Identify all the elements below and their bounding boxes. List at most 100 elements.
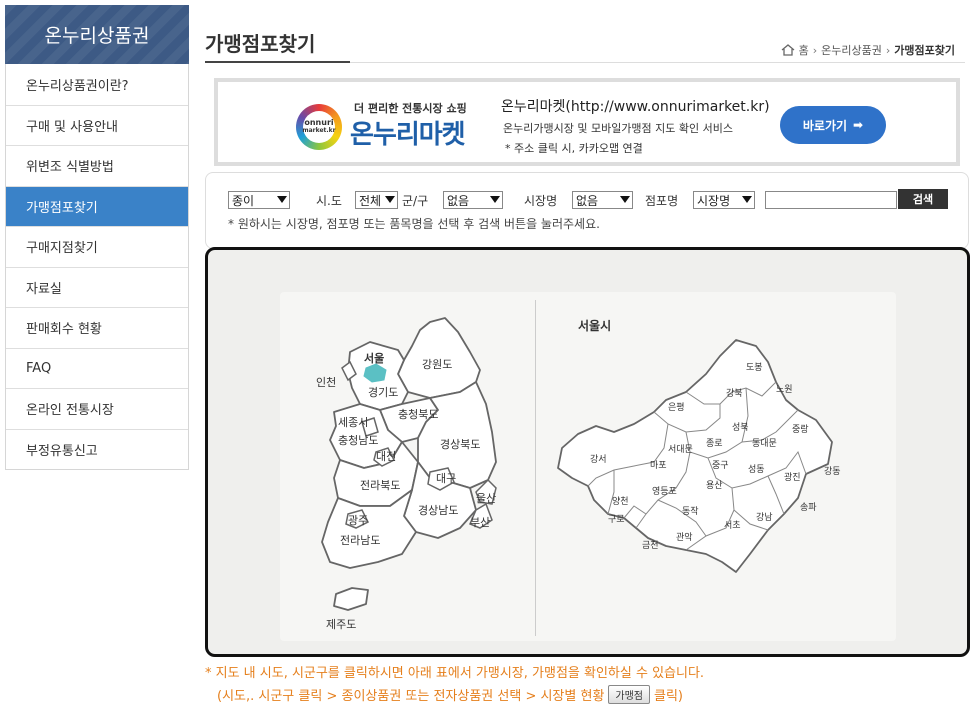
svg-text:강동: 강동 [824,466,841,477]
region-jeju[interactable] [333,587,369,611]
map-footnote: * 지도 내 시도, 시군구를 클릭하시면 아래 표에서 가맹시장, 가맹점을 … [205,666,705,681]
sidebar-item-find-store[interactable]: 가맹점포찾기 [6,185,188,226]
svg-text:대구: 대구 [436,472,456,485]
market-select[interactable]: 없음 [572,191,633,209]
map-panel: 서울 인천 강원도 경기도 충청북도 세종시 충청남도 대전 경상북도 전라북도… [205,247,970,657]
svg-text:송파: 송파 [800,502,817,513]
svg-text:마포: 마포 [650,460,667,471]
svg-text:강서: 강서 [590,454,607,465]
arrow-right-icon: ➡ [853,118,864,132]
svg-text:중랑: 중랑 [792,423,809,435]
sidebar-item-report[interactable]: 부정유통신고 [6,428,188,469]
search-hint: * 원하시는 시장명, 점포명 또는 품목명을 선택 후 검색 버튼을 눌러주세… [228,217,600,231]
banner-note: * 주소 클릭 시, 카카오맵 연결 [505,142,643,155]
svg-text:구로: 구로 [608,514,625,525]
gugun-select[interactable]: 없음 [443,191,503,209]
store-search-type-select[interactable]: 시장명 [693,191,755,209]
korea-map[interactable]: 서울 인천 강원도 경기도 충청북도 세종시 충청남도 대전 경상북도 전라북도… [280,292,536,641]
svg-text:강원도: 강원도 [422,358,452,371]
search-input[interactable] [765,191,897,209]
sidebar-item-archive[interactable]: 자료실 [6,266,188,307]
breadcrumb-home[interactable]: 홈 [799,42,809,58]
market-label: 시장명 [524,194,558,208]
sidebar-item-counterfeit[interactable]: 위변조 식별방법 [6,145,188,186]
onnuri-market-logo[interactable]: onnuri market.kr 더 편리한 전통시장 쇼핑 온누리마켓 [296,92,486,154]
svg-text:노원: 노원 [776,384,793,395]
map-footnote-steps: (시도,. 시군구 클릭 > 종이상품권 또는 전자상품권 선택 > 시장별 현… [217,685,683,704]
chevron-down-icon [490,196,500,203]
svg-text:중구: 중구 [712,460,729,471]
seoul-map[interactable]: 서울시 도봉 강북 노원 은평 성북 중랑 종로 동대문 서대문 강서 마포 중… [536,292,896,641]
page-title: 가맹점포찾기 [205,32,316,56]
store-label: 점포명 [645,194,679,208]
sidebar-item-online-market[interactable]: 온라인 전통시장 [6,388,188,429]
svg-text:전라북도: 전라북도 [360,479,400,492]
svg-text:서초: 서초 [724,520,741,531]
svg-text:전라남도: 전라남도 [340,534,380,547]
sidebar-title: 온누리상품권 [5,5,189,64]
svg-text:양천: 양천 [612,496,629,507]
svg-text:관악: 관악 [676,531,693,543]
banner-title: 온누리마켓(http://www.onnurimarket.kr) [501,99,770,115]
svg-text:은평: 은평 [668,402,685,413]
breadcrumb: 홈 › 온누리상품권 › 가맹점포찾기 [781,42,955,58]
svg-text:경상남도: 경상남도 [418,504,458,517]
logo-title: 온누리마켓 [350,120,466,150]
svg-text:서대문: 서대문 [668,444,693,455]
svg-text:광주: 광주 [348,514,368,527]
svg-text:대전: 대전 [376,450,396,463]
sido-select[interactable]: 전체 [355,191,398,209]
svg-text:동작: 동작 [682,506,699,517]
title-underline [205,61,350,63]
breadcrumb-section[interactable]: 온누리상품권 [821,42,882,58]
svg-text:세종시: 세종시 [338,416,368,429]
breadcrumb-current: 가맹점포찾기 [894,44,955,57]
svg-text:강북: 강북 [726,388,743,399]
svg-text:강남: 강남 [756,512,773,523]
svg-text:충청북도: 충청북도 [398,408,438,421]
svg-text:도봉: 도봉 [746,362,763,373]
chevron-down-icon [385,196,395,203]
map-area: 서울 인천 강원도 경기도 충청북도 세종시 충청남도 대전 경상북도 전라북도… [280,292,896,641]
svg-text:종로: 종로 [706,438,723,449]
svg-text:성동: 성동 [748,464,765,475]
svg-text:인천: 인천 [316,375,336,389]
chevron-right-icon: › [812,43,818,57]
svg-text:울산: 울산 [476,492,496,505]
sidebar-menu: 온누리상품권이란? 구매 및 사용안내 위변조 식별방법 가맹점포찾기 구매지점… [5,64,189,470]
sidebar-item-faq[interactable]: FAQ [6,347,188,388]
chevron-down-icon [742,196,752,203]
chevron-right-icon: › [885,43,891,57]
store-example-button: 가맹점 [608,685,651,704]
voucher-type-select[interactable]: 종이 [228,191,290,209]
svg-text:제주도: 제주도 [326,618,356,631]
sidebar-item-purchase-guide[interactable]: 구매 및 사용안내 [6,104,188,145]
svg-text:경상북도: 경상북도 [440,438,480,451]
onnuri-logo-icon: onnuri market.kr [296,104,342,150]
search-panel: 종이 시.도 전체 군/구 없음 시장명 없음 점포명 시장명 검색 * 원하시… [205,172,969,249]
svg-text:부산: 부산 [470,516,490,529]
chevron-down-icon [277,196,287,203]
svg-text:광진: 광진 [784,471,801,483]
banner-description: 온누리가맹시장 및 모바일가맹점 지도 확인 서비스 [503,122,734,135]
svg-text:동대문: 동대문 [752,438,777,449]
sidebar-item-sales-status[interactable]: 판매회수 현황 [6,307,188,348]
svg-text:성북: 성북 [732,422,749,433]
svg-text:금천: 금천 [642,540,659,551]
sidebar-item-about[interactable]: 온누리상품권이란? [6,64,188,105]
svg-text:충청남도: 충청남도 [338,434,378,447]
home-icon[interactable] [781,44,795,56]
sido-label: 시.도 [316,194,342,208]
chevron-down-icon [620,196,630,203]
onnuri-market-banner: onnuri market.kr 더 편리한 전통시장 쇼핑 온누리마켓 온누리… [214,78,960,166]
sidebar-item-find-branch[interactable]: 구매지점찾기 [6,226,188,267]
go-button[interactable]: 바로가기 ➡ [780,106,886,144]
svg-text:경기도: 경기도 [368,386,398,399]
svg-text:용산: 용산 [706,480,723,491]
sidebar: 온누리상품권 온누리상품권이란? 구매 및 사용안내 위변조 식별방법 가맹점포… [5,5,189,470]
gugun-label: 군/구 [402,194,429,208]
seoul-map-title: 서울시 [578,318,611,333]
svg-text:영등포: 영등포 [652,486,677,497]
search-button[interactable]: 검색 [898,189,948,209]
svg-text:서울: 서울 [364,351,384,365]
